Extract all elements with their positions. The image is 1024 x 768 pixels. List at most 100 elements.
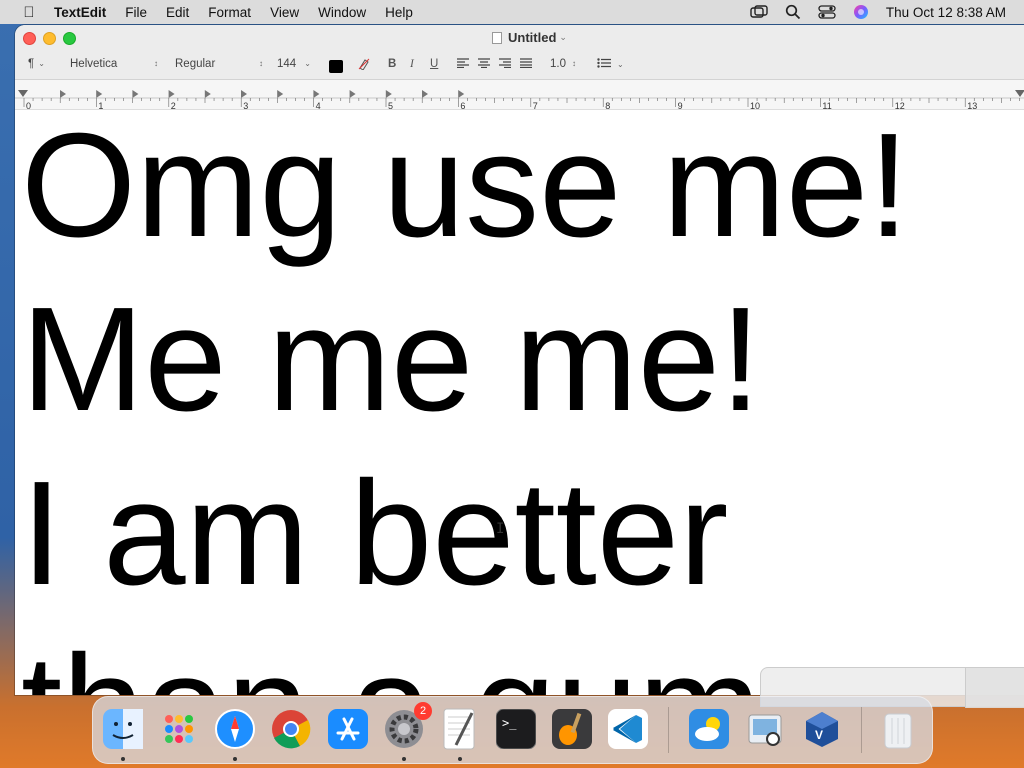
tab-stop-icon[interactable]	[96, 90, 103, 98]
dock-item-chrome[interactable]	[267, 705, 315, 753]
ruler-number: 10	[750, 101, 760, 110]
dock-item-system-settings[interactable]: 2	[380, 702, 432, 753]
paragraph-styles-popup[interactable]: ¶ ⌄	[28, 58, 45, 70]
close-button[interactable]	[23, 32, 36, 45]
right-margin-marker-icon[interactable]	[1015, 90, 1024, 97]
menu-file[interactable]: File	[125, 5, 147, 20]
tab-stop-icon[interactable]	[313, 90, 320, 98]
search-icon[interactable]	[784, 4, 802, 20]
document-text-area[interactable]: Omg use me! Me me me! I am better than a…	[15, 110, 1024, 695]
ruler-number: 11	[822, 101, 831, 110]
ruler-number: 7	[533, 101, 538, 110]
menu-view[interactable]: View	[270, 5, 299, 20]
line-spacing-value: 1.0	[550, 58, 566, 70]
list-bullets-popup[interactable]: ⌄	[597, 58, 624, 71]
background-window-pane	[965, 668, 1024, 708]
underline-button[interactable]: U	[430, 58, 438, 70]
dock-item-vs-code[interactable]	[604, 705, 652, 753]
tab-stop-icon[interactable]	[422, 90, 428, 98]
font-style-popup[interactable]: Regular ↕	[175, 58, 263, 70]
ibeam-cursor-icon: I	[496, 521, 505, 537]
ruler-number: 4	[316, 101, 321, 110]
tab-stop-icon[interactable]	[168, 90, 175, 98]
weather-icon	[689, 709, 729, 749]
dock-item-finder[interactable]	[99, 705, 147, 753]
font-style-value: Regular	[175, 58, 216, 70]
tab-stop-icon[interactable]	[458, 90, 465, 98]
ruler-number: 8	[605, 101, 610, 110]
menu-format[interactable]: Format	[208, 5, 251, 20]
running-indicator	[458, 757, 462, 761]
ruler[interactable]: 0 1 2 3 4 5 6 7 8 9 10 11 12 13	[15, 80, 1024, 110]
dock-item-terminal[interactable]: >_	[492, 705, 540, 753]
chrome-icon	[270, 708, 312, 750]
stepper-icon: ↕	[572, 59, 576, 68]
align-left-button[interactable]	[457, 58, 469, 71]
minimize-button[interactable]	[43, 32, 56, 45]
tab-stop-icon[interactable]	[349, 90, 356, 98]
window-title-text: Untitled	[508, 30, 557, 45]
dock-item-weather[interactable]	[685, 705, 733, 753]
window-title[interactable]: Untitled ⌄	[492, 30, 567, 45]
dock-item-textedit[interactable]	[436, 705, 484, 753]
bold-button[interactable]: B	[388, 58, 396, 70]
menu-help[interactable]: Help	[385, 5, 413, 20]
align-right-button[interactable]	[499, 58, 511, 71]
dock-item-app-store[interactable]	[324, 705, 372, 753]
launchpad-icon	[159, 709, 199, 749]
ruler-number: 1	[98, 101, 103, 110]
dock-item-virtualbox[interactable]: V	[798, 705, 846, 753]
siri-icon[interactable]	[852, 4, 870, 20]
dock-item-trash[interactable]	[874, 705, 922, 753]
highlight-color-icon[interactable]	[358, 58, 370, 73]
tab-stop-icon[interactable]	[241, 90, 247, 98]
tab-stop-icon[interactable]	[385, 90, 392, 98]
italic-button[interactable]: I	[410, 58, 414, 70]
ruler-number: 6	[460, 101, 465, 110]
format-toolbar: ¶ ⌄ Helvetica ↕ Regular ↕ 144 ⌄ B I U 1.…	[15, 52, 1024, 80]
stepper-icon: ↕	[259, 59, 263, 68]
font-family-popup[interactable]: Helvetica ↕	[70, 58, 158, 70]
preview-icon	[745, 709, 785, 749]
screen-mirroring-icon[interactable]	[750, 4, 768, 20]
text-line-2: Me me me!	[21, 277, 762, 442]
indent-marker-icon[interactable]	[18, 90, 28, 97]
textedit-window: Untitled ⌄ ¶ ⌄ Helvetica ↕ Regular ↕ 144…	[15, 25, 1024, 695]
zoom-button[interactable]	[63, 32, 76, 45]
ruler-number: 12	[895, 101, 905, 110]
ruler-number: 2	[171, 101, 176, 110]
chevron-down-icon: ⌄	[559, 32, 567, 42]
justify-button[interactable]	[520, 58, 532, 71]
font-size-value: 144	[277, 58, 297, 70]
guitar-icon	[552, 709, 592, 749]
text-line-1: Omg use me!	[21, 110, 910, 268]
menu-app-name[interactable]: TextEdit	[54, 5, 106, 20]
vscode-icon	[608, 709, 648, 749]
line-spacing-popup[interactable]: 1.0 ↕	[550, 58, 576, 70]
tab-stop-icon[interactable]	[277, 90, 284, 98]
dock-item-launchpad[interactable]	[155, 705, 203, 753]
title-bar[interactable]: Untitled ⌄	[15, 25, 1024, 52]
apple-icon[interactable]: 	[18, 4, 40, 21]
finder-icon	[103, 709, 143, 749]
tab-stop-icon[interactable]	[204, 90, 211, 98]
menu-window[interactable]: Window	[318, 5, 366, 20]
control-center-icon[interactable]	[818, 4, 836, 20]
dock-separator	[668, 707, 669, 753]
font-size-combo[interactable]: 144 ⌄	[277, 58, 311, 70]
tab-stop-icon[interactable]	[60, 90, 66, 98]
text-color-well[interactable]	[329, 60, 343, 73]
dock-item-safari[interactable]	[211, 705, 259, 753]
chevron-down-icon: ⌄	[38, 59, 45, 68]
menu-clock[interactable]: Thu Oct 12 8:38 AM	[886, 5, 1006, 20]
dock-item-garageband[interactable]	[548, 705, 596, 753]
dock-item-preview[interactable]	[741, 705, 789, 753]
menu-bar:  TextEdit File Edit Format View Window …	[0, 0, 1024, 24]
align-center-button[interactable]	[478, 58, 490, 71]
menu-edit[interactable]: Edit	[166, 5, 189, 20]
tab-stop-icon[interactable]	[132, 90, 139, 98]
notification-badge: 2	[414, 702, 432, 720]
text-line-3: I am better	[21, 451, 729, 616]
dock-separator	[861, 707, 862, 753]
textedit-icon	[440, 707, 480, 751]
